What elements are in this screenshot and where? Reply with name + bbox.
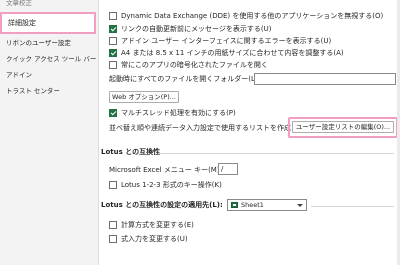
section-divider [311, 206, 394, 207]
a4-letter-label: A4 または 8.5 x 11 インチの用紙サイズに合わせて内容を調整する(A) [121, 49, 344, 57]
addin-errors-checkbox[interactable] [109, 37, 117, 45]
update-links-label: リンクの自動更新前にメッセージを表示する(U) [121, 25, 272, 33]
lotus-section-title: Lotus との互換性 [101, 148, 161, 156]
formula-entry-checkbox[interactable] [109, 235, 117, 243]
multithread-label: マルチスレッド処理を有効にする(P) [121, 109, 236, 117]
update-links-checkbox[interactable] [109, 25, 117, 33]
sidebar-item-trust-center[interactable]: トラスト センター [4, 85, 60, 97]
dde-checkbox[interactable] [109, 12, 117, 20]
section-divider [159, 153, 394, 154]
sidebar-item-proofing[interactable]: 文章校正 [4, 0, 32, 9]
menu-key-input[interactable]: / [218, 163, 238, 175]
sheet-icon [231, 202, 238, 208]
formula-eval-label: 計算方式を変更する(E) [121, 221, 194, 229]
dde-label: Dynamic Data Exchange (DDE) を使用する他のアプリケー… [121, 12, 384, 20]
sidebar-item-customize-ribbon[interactable]: リボンのユーザー設定 [4, 37, 71, 49]
encrypted-files-checkbox[interactable] [109, 61, 117, 69]
lotus-nav-keys-label: Lotus 1-2-3 形式のキー操作(K) [121, 181, 222, 189]
custom-lists-label: 並べ替え順や連続データ入力設定で使用するリストを作成します: [109, 124, 315, 132]
sidebar-item-quick-access-toolbar[interactable]: クイック アクセス ツール バー [4, 53, 96, 65]
encrypted-files-label: 常にこのアプリの暗号化されたファイルを開く [121, 61, 268, 69]
edit-custom-lists-button[interactable]: ユーザー設定リストの編集(O)... [292, 121, 394, 133]
sheet-selector[interactable]: Sheet1 [227, 199, 307, 211]
advanced-options-panel: Dynamic Data Exchange (DDE) を使用する他のアプリケー… [99, 0, 400, 265]
multithread-checkbox[interactable] [109, 109, 117, 117]
a4-letter-checkbox[interactable] [109, 49, 117, 57]
formula-eval-checkbox[interactable] [109, 221, 117, 229]
addin-errors-label: アドイン ユーザー インターフェイスに関するエラーを表示する(U) [121, 37, 332, 45]
chevron-down-icon [297, 204, 303, 207]
sidebar-item-label: 詳細設定 [8, 19, 36, 27]
startup-folder-label: 起動時にすべてのファイルを開くフォルダー(L): [109, 75, 261, 83]
sheet-name: Sheet1 [241, 201, 264, 209]
formula-entry-label: 式入力を変更する(U) [121, 235, 188, 243]
lotus-nav-keys-checkbox[interactable] [109, 181, 117, 189]
web-options-button[interactable]: Web オプション(P)... [109, 91, 179, 103]
sidebar-item-addins[interactable]: アドイン [4, 69, 32, 81]
lotus-sheet-section-title: Lotus との互換性の設定の適用先(L): [101, 201, 223, 209]
sidebar-item-advanced[interactable]: 詳細設定 [0, 12, 96, 34]
menu-key-label: Microsoft Excel メニュー キー(M): [109, 166, 222, 174]
startup-folder-input[interactable] [254, 73, 396, 85]
options-sidebar: 文章校正 詳細設定 リボンのユーザー設定 クイック アクセス ツール バー アド… [0, 0, 99, 265]
